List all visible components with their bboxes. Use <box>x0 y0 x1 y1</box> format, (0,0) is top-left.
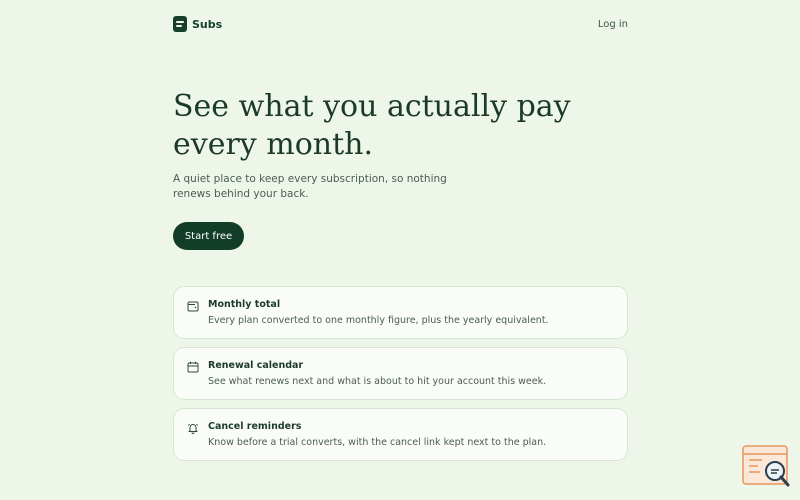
top-nav: Subs Log in <box>173 15 628 33</box>
feature-card-renewal-calendar: Renewal calendar See what renews next an… <box>173 347 628 400</box>
login-link[interactable]: Log in <box>598 19 628 30</box>
feature-card-monthly-total: Monthly total Every plan converted to on… <box>173 286 628 339</box>
brand-logo-link[interactable]: Subs <box>173 16 222 32</box>
feature-card-cancel-reminders: Cancel reminders Know before a trial con… <box>173 408 628 461</box>
feature-description: Know before a trial converts, with the c… <box>208 437 547 448</box>
hero-title-line-1: See what you actually pay <box>173 89 571 124</box>
hero-subtitle: A quiet place to keep every subscription… <box>173 173 447 200</box>
calendar-icon <box>187 361 199 373</box>
hero-title-line-2: every month. <box>173 127 374 162</box>
brand-name: Subs <box>192 17 223 31</box>
logo-icon <box>173 16 187 32</box>
wallet-icon <box>187 301 199 312</box>
feature-title: Cancel reminders <box>208 421 302 432</box>
hero-title: See what you actually pay every month. <box>173 88 628 164</box>
start-free-button[interactable]: Start free <box>173 222 244 250</box>
feature-description: See what renews next and what is about t… <box>208 376 547 387</box>
feature-description: Every plan converted to one monthly figu… <box>208 315 549 326</box>
feature-title: Monthly total <box>208 299 281 310</box>
feedback-widget-icon[interactable] <box>742 445 790 487</box>
bell-icon <box>187 423 199 434</box>
feature-title: Renewal calendar <box>208 360 304 371</box>
